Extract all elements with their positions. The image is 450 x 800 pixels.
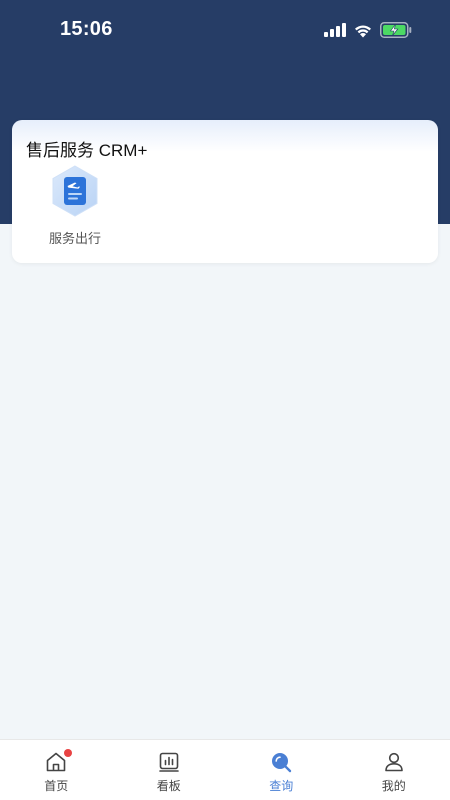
home-icon	[44, 749, 73, 774]
crm-card: 售后服务 CRM+ 服务出行	[12, 120, 438, 263]
tab-home[interactable]: 首页	[0, 740, 113, 800]
status-icons	[324, 20, 412, 40]
service-travel-icon	[48, 164, 102, 218]
app-item-service-travel[interactable]: 服务出行	[42, 164, 108, 247]
tab-label: 首页	[44, 779, 69, 793]
tab-label: 查询	[269, 779, 294, 793]
status-time: 15:06	[60, 18, 113, 40]
bottom-tab-bar: 首页 看板 查询 我的	[0, 739, 450, 800]
card-title: 售后服务 CRM+	[26, 141, 148, 160]
tab-profile[interactable]: 我的	[338, 740, 450, 800]
search-icon	[269, 750, 293, 774]
notification-badge	[64, 749, 73, 757]
tab-search[interactable]: 查询	[225, 740, 338, 800]
battery-charging-icon	[380, 22, 412, 38]
tab-label: 看板	[156, 779, 181, 793]
signal-icon	[324, 23, 346, 37]
app-label: 服务出行	[48, 232, 101, 247]
tab-dashboard[interactable]: 看板	[113, 740, 226, 800]
wifi-icon	[353, 23, 373, 38]
tab-label: 我的	[381, 779, 406, 793]
user-icon	[382, 750, 406, 774]
app-screen: 15:06 售后服务 CRM+ 服务出行 首页 看板 查询 我的	[0, 0, 450, 800]
dashboard-icon	[157, 750, 181, 774]
status-bar: 15:06	[0, 0, 450, 60]
